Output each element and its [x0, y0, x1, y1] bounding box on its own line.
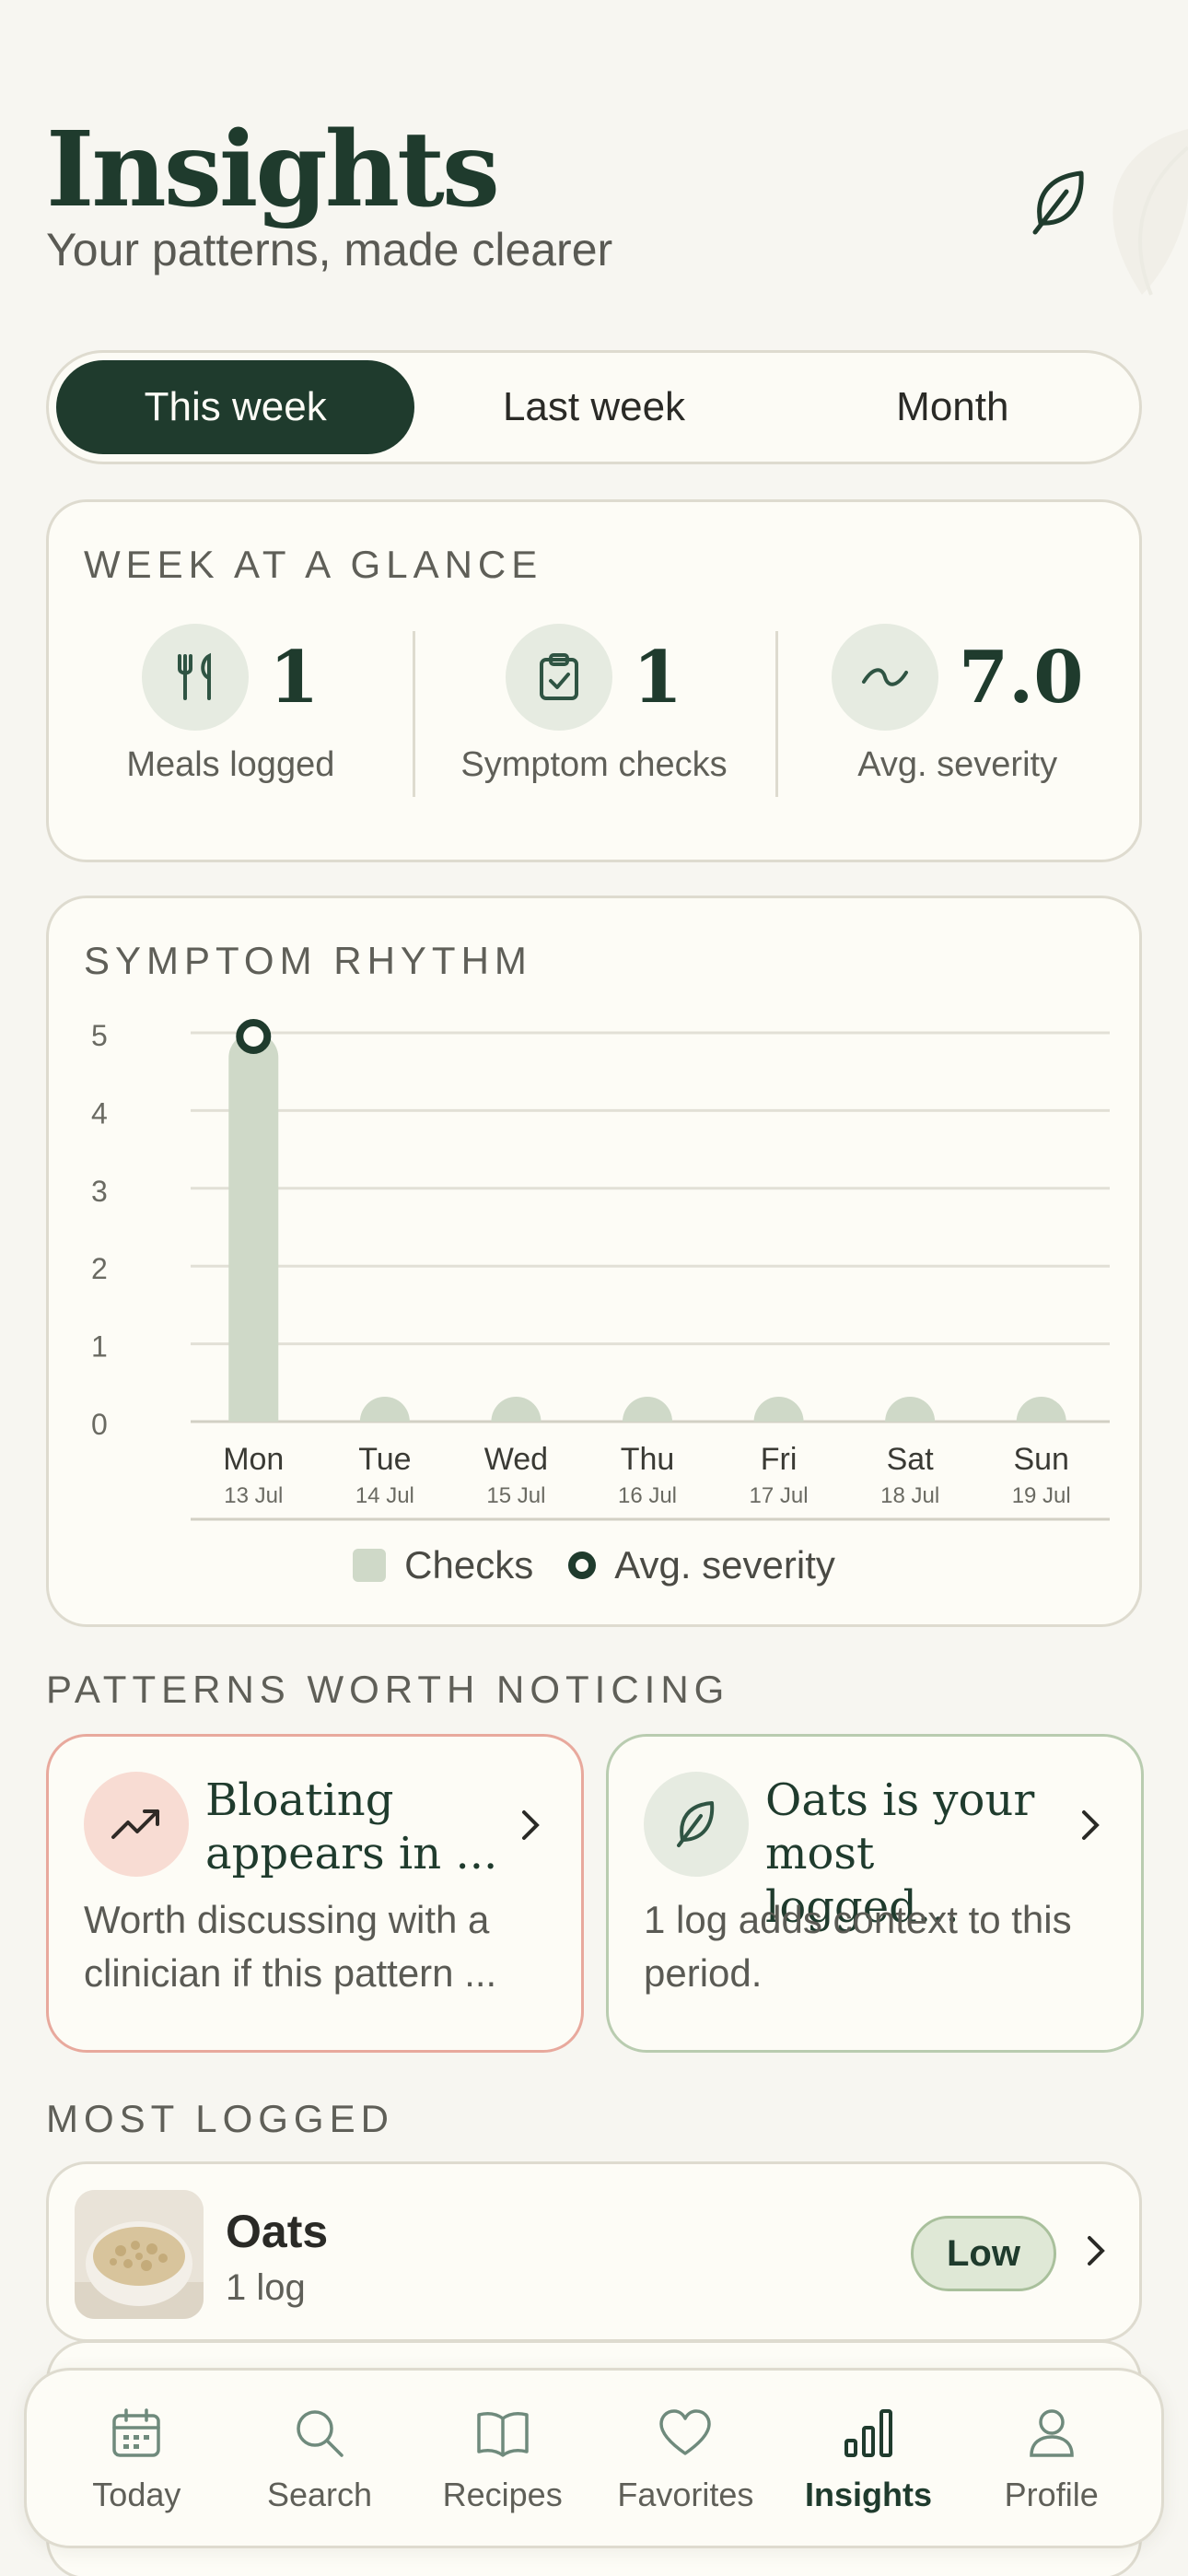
chevron-right-icon	[1088, 2236, 1105, 2266]
chevron-right-icon	[1082, 1810, 1100, 1840]
x-tick-date: 16 Jul	[618, 1483, 677, 1508]
stat-symptom-checks: 1 Symptom checks	[412, 622, 776, 806]
x-tick-day: Fri	[761, 1442, 798, 1477]
leaf-icon	[1032, 170, 1084, 235]
segment-month[interactable]: Month	[774, 360, 1132, 454]
page-subtitle: Your patterns, made clearer	[46, 224, 613, 275]
clipboard-check-icon	[539, 653, 578, 700]
bar-checks-empty	[885, 1397, 936, 1422]
x-tick-day: Wed	[484, 1442, 548, 1477]
legend-checks-label: Checks	[404, 1543, 534, 1587]
legend-checks-swatch	[353, 1549, 387, 1582]
pattern-body: Worth discussing with a clinician if thi…	[84, 1898, 497, 1995]
checks-label: Symptom checks	[460, 745, 728, 784]
y-tick-label: 1	[91, 1330, 108, 1364]
patterns-label: PATTERNS WORTH NOTICING	[46, 1668, 730, 1711]
bar-checks-empty	[753, 1397, 804, 1422]
x-tick-date: 14 Jul	[355, 1483, 414, 1508]
y-tick-label: 3	[91, 1175, 108, 1208]
segment-this-week[interactable]: This week	[56, 360, 415, 454]
tab-today[interactable]: Today	[45, 2371, 228, 2546]
oats-thumbnail	[75, 2190, 204, 2319]
tab-label: Profile	[1004, 2476, 1099, 2513]
most-logged-label: MOST LOGGED	[46, 2097, 394, 2140]
meals-label: Meals logged	[126, 745, 335, 784]
legend-severity-label: Avg. severity	[614, 1543, 835, 1587]
pattern-card-bloating[interactable]: Bloating appears in ... Worth discussing…	[46, 1734, 584, 2053]
severity-marker	[236, 1019, 272, 1054]
glance-label: WEEK AT A GLANCE	[84, 543, 543, 586]
food-name: Oats	[226, 2206, 329, 2257]
food-count: 1 log	[226, 2267, 306, 2308]
x-tick-date: 18 Jul	[880, 1483, 939, 1508]
book-icon	[476, 2412, 529, 2457]
tab-recipes[interactable]: Recipes	[411, 2371, 594, 2546]
x-tick-day: Mon	[223, 1442, 284, 1477]
severity-badge: Low	[911, 2216, 1056, 2291]
y-tick-label: 2	[91, 1252, 108, 1285]
tab-profile[interactable]: Profile	[960, 2371, 1143, 2546]
heart-icon	[659, 2409, 712, 2455]
bar-checks-empty	[1016, 1397, 1066, 1422]
week-at-a-glance-card: WEEK AT A GLANCE 1 Meals logged 1 Sympto…	[46, 499, 1142, 862]
wave-icon	[861, 668, 908, 686]
chart-legend: Checks Avg. severity	[49, 1543, 1139, 1587]
x-tick-date: 13 Jul	[224, 1483, 283, 1508]
pattern-card-oats[interactable]: Oats is your most logged... 1 log adds c…	[606, 1734, 1144, 2053]
page-header: Insights Your patterns, made clearer	[46, 111, 1142, 295]
y-tick-label: 4	[91, 1096, 108, 1130]
x-tick-date: 19 Jul	[1012, 1483, 1071, 1508]
tab-label: Insights	[805, 2476, 933, 2513]
severity-value: 7.0	[958, 635, 1084, 720]
period-segmented-control: This week Last week Month	[46, 350, 1142, 464]
x-tick-day: Thu	[621, 1442, 675, 1477]
bar-checks-empty	[359, 1397, 410, 1422]
x-tick-date: 17 Jul	[750, 1483, 809, 1508]
checks-value: 1	[632, 635, 683, 720]
bar-chart-icon	[844, 2409, 893, 2457]
leaf-icon	[677, 1801, 715, 1847]
search-icon	[297, 2410, 344, 2457]
most-logged-item-oats[interactable]: Oats 1 log Low	[46, 2161, 1142, 2342]
tab-label: Favorites	[617, 2476, 754, 2513]
legend-severity-marker	[568, 1551, 597, 1579]
bar-checks-empty	[491, 1397, 542, 1422]
tab-search[interactable]: Search	[228, 2371, 412, 2546]
chevron-right-icon	[522, 1810, 540, 1840]
tab-label: Recipes	[442, 2476, 563, 2513]
stat-meals: 1 Meals logged	[49, 622, 413, 806]
x-tick-date: 15 Jul	[486, 1483, 545, 1508]
trend-up-icon	[111, 1809, 159, 1839]
bar-checks	[228, 1033, 279, 1422]
person-icon	[1029, 2409, 1074, 2457]
stat-avg-severity: 7.0 Avg. severity	[775, 622, 1139, 806]
y-tick-label: 0	[91, 1408, 108, 1441]
calendar-icon	[112, 2408, 161, 2457]
x-tick-day: Sun	[1013, 1442, 1069, 1477]
x-tick-day: Tue	[358, 1442, 411, 1477]
tab-label: Search	[266, 2476, 373, 2513]
x-tick-day: Sat	[887, 1442, 935, 1477]
utensils-icon	[178, 652, 212, 700]
tab-favorites[interactable]: Favorites	[594, 2371, 777, 2546]
segment-last-week[interactable]: Last week	[414, 360, 773, 454]
meals-value: 1	[269, 635, 320, 720]
pattern-body: 1 log adds context to this period.	[644, 1898, 1072, 1995]
leaf-button[interactable]	[1022, 166, 1096, 240]
bottom-tab-bar: Today Search Recipes Favorites Insights	[24, 2368, 1164, 2548]
pattern-title: Bloating appears in ...	[205, 1774, 498, 1879]
symptom-rhythm-card: SYMPTOM RHYTHM 0 1 2 3 4 5 Mon 13 Jul Tue 14 Jul W…	[46, 896, 1142, 1627]
y-tick-label: 5	[91, 1019, 108, 1052]
severity-label: Avg. severity	[857, 745, 1058, 784]
tab-insights[interactable]: Insights	[777, 2371, 961, 2546]
page-title: Insights	[46, 110, 500, 230]
symptom-rhythm-chart: 0 1 2 3 4 5 Mon 13 Jul Tue 14 Jul Wed 15 Jul Thu 16 J…	[91, 1019, 1110, 1521]
tab-label: Today	[92, 2476, 181, 2513]
bar-checks-empty	[623, 1397, 672, 1422]
